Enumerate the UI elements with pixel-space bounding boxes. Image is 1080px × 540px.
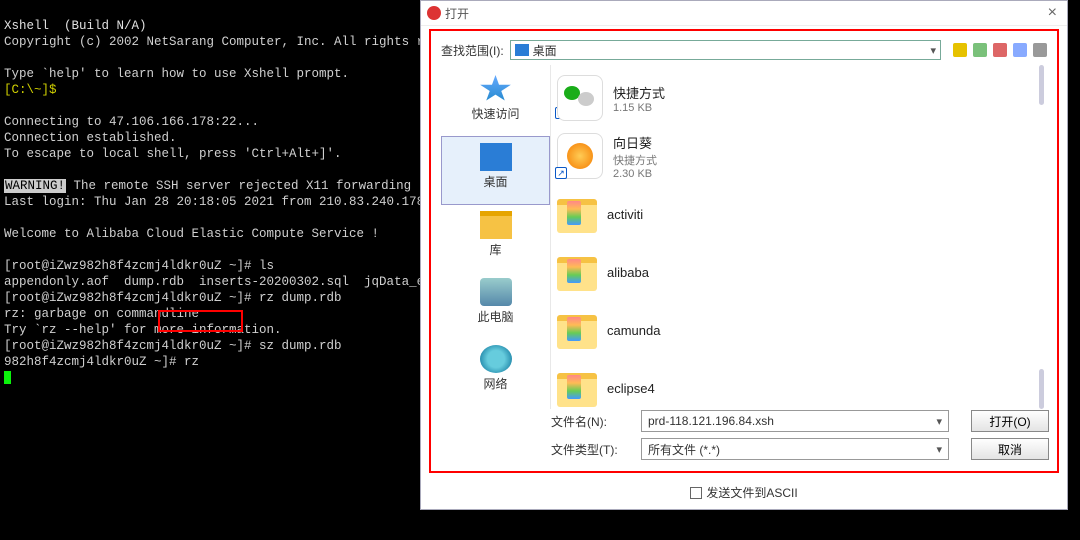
lookin-label: 查找范围(I): [441, 42, 504, 59]
view-menu-icon[interactable] [1013, 43, 1027, 57]
places-bar: 快速访问 桌面 库 此电脑 网络 [441, 65, 551, 409]
close-button[interactable]: × [1044, 4, 1061, 22]
place-quick-access[interactable]: 快速访问 [441, 69, 550, 136]
scrollbar[interactable] [1039, 369, 1044, 409]
prompt-sz-dump: [root@iZwz982h8f4zcmj4ldkr0uZ ~]# sz dum… [4, 339, 342, 353]
copyright: Copyright (c) 2002 NetSarang Computer, I… [4, 35, 447, 49]
warning-rest: The remote SSH server rejected X11 forwa… [66, 179, 449, 193]
desktop-mini-icon [515, 44, 529, 56]
welcome-line: Welcome to Alibaba Cloud Elastic Compute… [4, 227, 379, 241]
lookin-combo[interactable]: 桌面 ▾ [510, 40, 941, 60]
nav-back-icon[interactable] [953, 43, 967, 57]
star-icon [480, 75, 512, 103]
desktop-icon [480, 143, 512, 171]
ascii-checkbox[interactable] [690, 487, 702, 499]
place-library[interactable]: 库 [441, 205, 550, 272]
file-list[interactable]: ↗ ↗ 快捷方式 1.15 KB 向日葵 快捷方式 2.30 KB activi… [551, 65, 1047, 409]
ascii-label: 发送文件到ASCII [706, 486, 797, 500]
chevron-down-icon: ▾ [936, 415, 942, 428]
established-line: Connection established. [4, 131, 177, 145]
chevron-down-icon: ▾ [936, 443, 942, 456]
new-folder-icon[interactable] [993, 43, 1007, 57]
folder-icon [557, 315, 597, 349]
filename-label: 文件名(N): [551, 413, 631, 430]
file-item[interactable]: camunda [557, 301, 1047, 359]
file-item[interactable]: alibaba [557, 243, 1047, 301]
cancel-button[interactable]: 取消 [971, 438, 1049, 460]
filename-value: prd-118.121.196.84.xsh [648, 414, 774, 428]
open-button[interactable]: 打开(O) [971, 410, 1049, 432]
local-prompt: [C:\~]$ [4, 83, 57, 97]
dialog-title: 打开 [445, 5, 1044, 22]
app-logo-icon [427, 6, 441, 20]
last-login: Last login: Thu Jan 28 20:18:05 2021 fro… [4, 195, 424, 209]
folder-icon [557, 373, 597, 407]
dialog-titlebar[interactable]: 打开 × [421, 1, 1067, 26]
wechat-icon [557, 75, 603, 121]
terminal-title: Xshell (Build N/A) [4, 19, 147, 33]
more-icon[interactable] [1033, 43, 1047, 57]
cursor-icon [4, 371, 11, 384]
prompt-ls: [root@iZwz982h8f4zcmj4ldkr0uZ ~]# ls [4, 259, 274, 273]
escape-line: To escape to local shell, press 'Ctrl+Al… [4, 147, 342, 161]
ls-output: appendonly.aof dump.rdb inserts-20200302… [4, 275, 447, 289]
chevron-down-icon: ▾ [930, 44, 936, 57]
connecting-line: Connecting to 47.106.166.178:22... [4, 115, 259, 129]
scrollbar[interactable] [1039, 65, 1044, 105]
filename-input[interactable]: prd-118.121.196.84.xsh ▾ [641, 410, 949, 432]
file-item[interactable]: 向日葵 快捷方式 2.30 KB [557, 127, 1047, 185]
shortcut-badge-icon: ↗ [555, 167, 567, 179]
place-desktop[interactable]: 桌面 [441, 136, 550, 205]
file-item[interactable]: activiti [557, 185, 1047, 243]
network-icon [480, 345, 512, 373]
place-network[interactable]: 网络 [441, 339, 550, 406]
lookin-value: 桌面 [533, 42, 557, 59]
lookin-toolbar [947, 43, 1047, 57]
library-icon [480, 211, 512, 239]
file-item[interactable]: eclipse4 [557, 359, 1047, 409]
prompt-rz: 982h8f4zcmj4ldkr0uZ ~]# rz [4, 355, 199, 369]
help-line: Type `help' to learn how to use Xshell p… [4, 67, 349, 81]
place-this-pc[interactable]: 此电脑 [441, 272, 550, 339]
pc-icon [480, 278, 512, 306]
nav-up-icon[interactable] [973, 43, 987, 57]
folder-icon [557, 257, 597, 291]
open-dialog: 打开 × 查找范围(I): 桌面 ▾ 快速访问 桌面 [420, 0, 1068, 510]
warning-label: WARNING! [4, 179, 66, 193]
file-item[interactable]: 快捷方式 1.15 KB [557, 69, 1047, 127]
prompt-rz-dump: [root@iZwz982h8f4zcmj4ldkr0uZ ~]# rz dum… [4, 291, 342, 305]
filetype-select[interactable]: 所有文件 (*.*) ▾ [641, 438, 949, 460]
filetype-value: 所有文件 (*.*) [648, 441, 720, 458]
folder-icon [557, 199, 597, 233]
command-highlight [158, 310, 243, 332]
filetype-label: 文件类型(T): [551, 441, 631, 458]
